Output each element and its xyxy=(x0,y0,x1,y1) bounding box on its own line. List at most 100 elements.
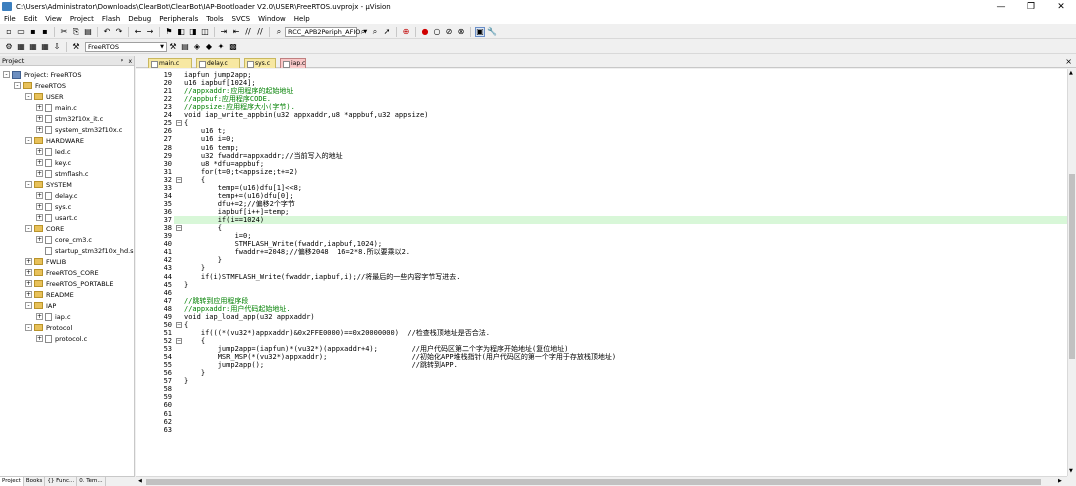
disable-all-breakpoints-icon[interactable]: ⊘ xyxy=(444,27,454,37)
tree-node-file[interactable]: + iap.c xyxy=(36,311,71,322)
maximize-button[interactable]: ❐ xyxy=(1016,0,1046,13)
tree-node-folder[interactable]: + README xyxy=(25,289,74,300)
collapse-icon[interactable]: - xyxy=(3,71,10,78)
expand-icon[interactable]: + xyxy=(25,258,32,265)
navigate-forward-icon[interactable]: → xyxy=(145,27,155,37)
editor-tab[interactable]: main.c xyxy=(148,58,192,68)
collapse-icon[interactable]: - xyxy=(14,82,21,89)
find-combo[interactable]: RCC_APB2Periph_AFIO ▼ xyxy=(285,26,367,37)
tree-node-file[interactable]: + protocol.c xyxy=(36,333,87,344)
fold-toggle-icon[interactable]: − xyxy=(176,337,182,344)
tree-node-folder[interactable]: + FWLIB xyxy=(25,256,66,267)
menu-window[interactable]: Window xyxy=(254,15,290,23)
unindent-icon[interactable]: ⇤ xyxy=(231,27,241,37)
pin-icon[interactable]: ᵖ xyxy=(121,58,124,65)
tree-node-file[interactable]: + system_stm32f10x.c xyxy=(36,124,122,135)
menu-project[interactable]: Project xyxy=(66,15,98,23)
batch-build-icon[interactable]: ▦ xyxy=(40,42,50,52)
copy-icon[interactable]: ⎘ xyxy=(71,27,81,37)
indent-icon[interactable]: ⇥ xyxy=(219,27,229,37)
menu-peripherals[interactable]: Peripherals xyxy=(155,15,202,23)
expand-icon[interactable]: + xyxy=(36,126,43,133)
tree-node-file[interactable]: + stm32f10x_it.c xyxy=(36,113,103,124)
editor-tab[interactable]: iap.c xyxy=(280,58,306,68)
fold-toggle-icon[interactable]: − xyxy=(176,120,182,127)
expand-icon[interactable]: + xyxy=(36,214,43,221)
tree-node-folder[interactable]: - USER xyxy=(25,91,64,102)
menu-edit[interactable]: Edit xyxy=(20,15,42,23)
collapse-icon[interactable]: - xyxy=(25,302,32,309)
expand-icon[interactable]: + xyxy=(36,159,43,166)
menu-tools[interactable]: Tools xyxy=(202,15,227,23)
collapse-icon[interactable]: - xyxy=(25,324,32,331)
prev-bookmark-icon[interactable]: ◧ xyxy=(176,27,186,37)
horizontal-scroll-thumb[interactable] xyxy=(146,479,1041,485)
editor-tab[interactable]: sys.c xyxy=(244,58,276,68)
tree-node-folder[interactable]: - HARDWARE xyxy=(25,135,84,146)
tree-node-folder[interactable]: - IAP xyxy=(25,300,56,311)
breakpoint-icon[interactable]: ● xyxy=(420,27,430,37)
tree-node-folder[interactable]: - FreeRTOS xyxy=(14,80,66,91)
tree-node-folder[interactable]: + FreeRTOS_PORTABLE xyxy=(25,278,113,289)
tree-node-file[interactable]: + stmflash.c xyxy=(36,168,89,179)
run-time-env-icon[interactable]: ▩ xyxy=(228,42,238,52)
vertical-scroll-thumb[interactable] xyxy=(1069,174,1075,359)
build-icon[interactable]: ▦ xyxy=(16,42,26,52)
translate-icon[interactable]: ⚙ xyxy=(4,42,14,52)
pane-tab[interactable]: 0. Tem... xyxy=(77,477,106,486)
pane-tab[interactable]: {} Func... xyxy=(45,477,78,486)
expand-icon[interactable]: + xyxy=(36,203,43,210)
tree-node-file[interactable]: + core_cm3.c xyxy=(36,234,92,245)
options-for-target-icon[interactable]: ⚒ xyxy=(168,42,178,52)
pack-installer-icon[interactable]: ✦ xyxy=(216,42,226,52)
collapse-icon[interactable]: - xyxy=(25,225,32,232)
pane-tab[interactable]: Books xyxy=(24,477,46,486)
menu-file[interactable]: File xyxy=(0,15,20,23)
expand-icon[interactable]: + xyxy=(25,280,32,287)
fold-toggle-icon[interactable]: − xyxy=(176,321,182,328)
select-packs-icon[interactable]: ◆ xyxy=(204,42,214,52)
menu-svcs[interactable]: SVCS xyxy=(228,15,255,23)
expand-icon[interactable]: + xyxy=(36,115,43,122)
tree-node-file[interactable]: + delay.c xyxy=(36,190,77,201)
scroll-left-icon[interactable]: ◀ xyxy=(138,478,142,484)
expand-icon[interactable]: + xyxy=(36,335,43,342)
kill-all-breakpoints-icon[interactable]: ⊗ xyxy=(456,27,466,37)
file-extensions-icon[interactable]: ▤ xyxy=(180,42,190,52)
disable-breakpoint-icon[interactable]: ○ xyxy=(432,27,442,37)
code-editor[interactable]: 19 20 21 22 23 24 25 26 27 28 29 30 31 32 33 34 35 36 37 38… xyxy=(136,69,1067,476)
paste-icon[interactable]: ▤ xyxy=(83,27,93,37)
target-select[interactable]: FreeRTOS ▼ xyxy=(85,41,167,52)
open-folder-icon[interactable]: ▭ xyxy=(16,27,26,37)
expand-icon[interactable]: + xyxy=(36,170,43,177)
menu-help[interactable]: Help xyxy=(290,15,314,23)
tree-node-file[interactable]: + usart.c xyxy=(36,212,77,223)
tree-node-file[interactable]: + sys.c xyxy=(36,201,71,212)
pane-tab[interactable]: Project xyxy=(0,477,24,486)
horizontal-scrollbar[interactable]: ◀ ▶ xyxy=(136,476,1067,486)
vertical-scrollbar[interactable]: ▲ ▼ xyxy=(1067,69,1076,476)
expand-icon[interactable]: + xyxy=(36,148,43,155)
undo-icon[interactable]: ↶ xyxy=(102,27,112,37)
fold-toggle-icon[interactable]: − xyxy=(176,225,182,232)
clear-bookmarks-icon[interactable]: ◫ xyxy=(200,27,210,37)
target-options-icon[interactable]: ⚒ xyxy=(71,42,81,52)
menu-flash[interactable]: Flash xyxy=(98,15,124,23)
window-layout-icon[interactable]: ▣ xyxy=(475,26,485,37)
bookmark-icon[interactable]: ⚑ xyxy=(164,27,174,37)
tree-node-folder[interactable]: + FreeRTOS_CORE xyxy=(25,267,99,278)
minimize-button[interactable]: — xyxy=(986,0,1016,13)
expand-icon[interactable]: + xyxy=(36,104,43,111)
rebuild-icon[interactable]: ▦ xyxy=(28,42,38,52)
menu-debug[interactable]: Debug xyxy=(124,15,155,23)
find-next-icon[interactable]: ➚ xyxy=(382,27,392,37)
close-editor-icon[interactable]: × xyxy=(1065,57,1072,66)
tree-node-folder[interactable]: - CORE xyxy=(25,223,64,234)
comment-icon[interactable]: // xyxy=(243,27,253,37)
expand-icon[interactable]: + xyxy=(25,269,32,276)
tree-node-file[interactable]: + led.c xyxy=(36,146,71,157)
tree-node-folder[interactable]: - SYSTEM xyxy=(25,179,72,190)
tree-node-folder[interactable]: - Protocol xyxy=(25,322,72,333)
close-pane-icon[interactable]: x xyxy=(128,58,132,65)
expand-icon[interactable]: + xyxy=(36,192,43,199)
